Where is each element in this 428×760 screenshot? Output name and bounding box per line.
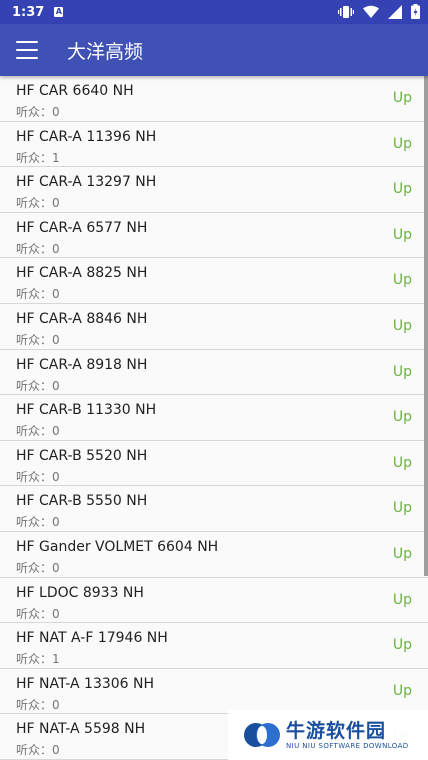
listener-count: 听众：1 (16, 150, 60, 165)
hamburger-menu-icon[interactable] (16, 41, 38, 59)
watermark-title: 牛游软件园 (286, 720, 387, 742)
listener-count: 听众：0 (16, 378, 60, 393)
list-item[interactable]: HF CAR-A 8846 NH 听众：0 Up (0, 303, 428, 350)
app-bar: 大洋高频 (0, 24, 428, 76)
up-button[interactable]: Up (393, 500, 412, 516)
list-item[interactable]: HF CAR 6640 NH 听众：0 Up (0, 76, 428, 122)
station-name: HF CAR 6640 NH (16, 83, 134, 99)
up-button[interactable]: Up (393, 683, 412, 699)
list-item[interactable]: HF CAR-A 6577 NH 听众：0 Up (0, 212, 428, 259)
station-name: HF CAR-A 13297 NH (16, 174, 157, 191)
list-item[interactable]: HF CAR-B 5550 NH 听众：0 Up (0, 486, 428, 532)
list-item[interactable]: HF CAR-B 11330 NH 听众：0 Up (0, 395, 428, 441)
station-name: HF CAR-B 5520 NH (16, 447, 148, 464)
status-bar: 1:37 A (0, 0, 428, 24)
list-item[interactable]: HF CAR-A 8918 NH 听众：0 Up (0, 349, 428, 396)
signal-icon (388, 4, 402, 19)
station-name: HF CAR-A 8846 NH (16, 310, 148, 327)
wifi-icon (363, 5, 379, 18)
station-name: HF NAT A-F 17946 NH (16, 630, 168, 647)
niuniu-logo-icon (244, 723, 280, 747)
status-time: 1:37 (12, 4, 45, 20)
list-item[interactable]: HF NAT A-F 17946 NH 听众：1 Up (0, 623, 428, 669)
up-button[interactable]: Up (393, 227, 412, 243)
list-item[interactable]: HF NAT-A 13306 NH 听众：0 Up (0, 668, 428, 715)
station-name: HF Gander VOLMET 6604 NH (16, 538, 219, 555)
watermark-subtitle: NIU NIU SOFTWARE DOWNLOAD (286, 742, 409, 750)
station-name: HF CAR-B 11330 NH (16, 402, 157, 419)
list-item[interactable]: HF CAR-A 13297 NH 听众：0 Up (0, 167, 428, 213)
up-button[interactable]: Up (393, 455, 412, 471)
listener-count: 听众：0 (16, 560, 60, 575)
station-name: HF CAR-A 8825 NH (16, 265, 148, 282)
list-item[interactable]: HF LDOC 8933 NH 听众：0 Up (0, 577, 428, 624)
listener-count: 听众：0 (16, 515, 60, 530)
listener-count: 听众：0 (16, 424, 60, 439)
station-name: HF NAT-A 5598 NH (16, 721, 146, 738)
notification-icon: A (54, 7, 64, 17)
up-button[interactable]: Up (393, 136, 412, 152)
status-icons (338, 4, 420, 19)
up-button[interactable]: Up (393, 318, 412, 334)
up-button[interactable]: Up (393, 364, 412, 380)
listener-count: 听众：1 (16, 652, 60, 667)
station-name: HF CAR-A 8918 NH (16, 356, 148, 373)
station-name: HF NAT-A 13306 NH (16, 675, 155, 692)
listener-count: 听众：0 (16, 469, 60, 484)
watermark: 牛游软件园 NIU NIU SOFTWARE DOWNLOAD (228, 710, 428, 760)
listener-count: 听众：0 (16, 606, 60, 621)
list-item[interactable]: HF CAR-B 5520 NH 听众：0 Up (0, 440, 428, 487)
list-item[interactable]: HF CAR-A 11396 NH 听众：1 Up (0, 121, 428, 168)
vibrate-icon (338, 5, 354, 18)
list-item[interactable]: HF Gander VOLMET 6604 NH 听众：0 Up (0, 531, 428, 578)
up-button[interactable]: Up (393, 90, 412, 106)
up-button[interactable]: Up (393, 181, 412, 197)
station-name: HF CAR-A 6577 NH (16, 219, 148, 236)
up-button[interactable]: Up (393, 592, 412, 608)
battery-icon (411, 4, 420, 19)
up-button[interactable]: Up (393, 272, 412, 288)
station-name: HF CAR-B 5550 NH (16, 493, 148, 510)
up-button[interactable]: Up (393, 409, 412, 425)
up-button[interactable]: Up (393, 546, 412, 562)
station-name: HF LDOC 8933 NH (16, 584, 144, 601)
listener-count: 听众：0 (16, 332, 60, 347)
listener-count: 听众：0 (16, 105, 60, 119)
listener-count: 听众：0 (16, 743, 60, 758)
station-list[interactable]: HF CAR 6640 NH 听众：0 Up HF CAR-A 11396 NH… (0, 76, 428, 760)
listener-count: 听众：0 (16, 697, 60, 712)
station-name: HF CAR-A 11396 NH (16, 128, 157, 145)
page-title: 大洋高频 (67, 40, 144, 63)
listener-count: 听众：0 (16, 287, 60, 302)
listener-count: 听众：0 (16, 241, 60, 256)
list-item[interactable]: HF CAR-A 8825 NH 听众：0 Up (0, 258, 428, 304)
listener-count: 听众：0 (16, 196, 60, 211)
up-button[interactable]: Up (393, 637, 412, 653)
scrollbar[interactable] (424, 76, 428, 576)
